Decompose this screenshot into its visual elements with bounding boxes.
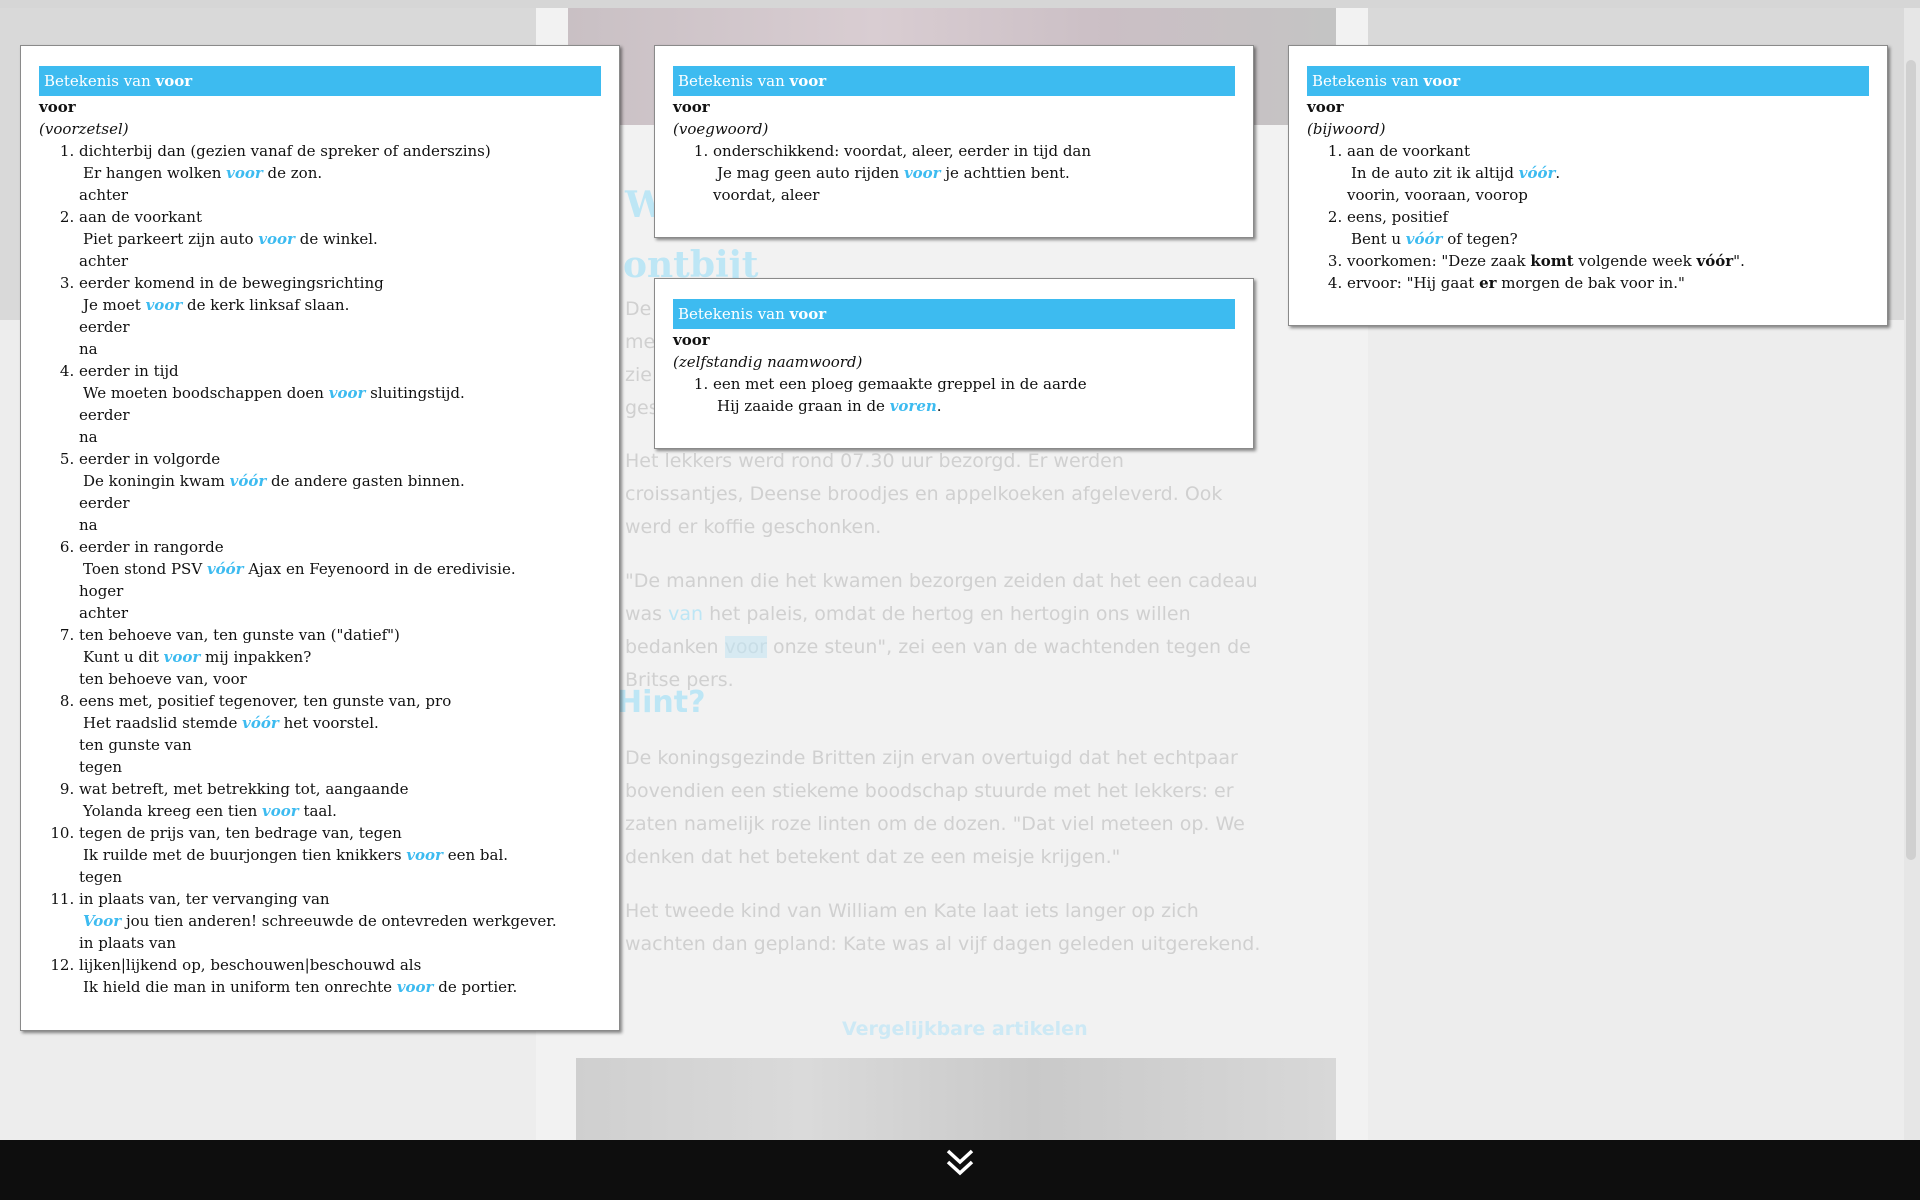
sense-list: een met een ploeg gemaakte greppel in de… <box>673 373 1235 417</box>
example: Yolanda kreeg een tien voor taal. <box>83 802 337 820</box>
example: In de auto zit ik altijd vóór. <box>1351 164 1561 182</box>
example: Je moet voor de kerk linksaf slaan. <box>83 296 350 314</box>
synonym: voorin, vooraan, voorop <box>1347 186 1528 204</box>
example: Het raadslid stemde vóór het voorstel. <box>83 714 379 732</box>
part-of-speech: (voorzetsel) <box>39 120 129 138</box>
definition-popup-voorzetsel: Betekenis van voor voor (voorzetsel) dic… <box>20 45 620 1031</box>
article-paragraph-5: Het tweede kind van William en Kate laat… <box>625 900 1261 955</box>
example: Piet parkeert zijn auto voor de winkel. <box>83 230 378 248</box>
antonym: na <box>79 340 98 358</box>
example: Je mag geen auto rijden voor je achttien… <box>717 164 1070 182</box>
synonym: in plaats van <box>79 934 177 952</box>
sense-list: onderschikkend: voordat, aleer, eerder i… <box>673 140 1235 206</box>
sense-item: onderschikkend: voordat, aleer, eerder i… <box>713 140 1235 206</box>
article-paragraph-2: Het lekkers werd rond 07.30 uur bezorgd.… <box>625 450 1223 538</box>
article-heading-hint: Hint? <box>617 685 706 720</box>
example: Er hangen wolken voor de zon. <box>83 164 323 182</box>
example: Ik ruilde met de buurjongen tien knikker… <box>83 846 509 864</box>
popup-header: Betekenis van voor <box>673 299 1235 329</box>
sense-item: eerder in tijd We moeten boodschappen do… <box>79 360 601 448</box>
sense-item: ervoor: "Hij gaat er morgen de bak voor … <box>1347 272 1869 294</box>
synonym: ten gunste van <box>79 736 192 754</box>
definition-popup-voegwoord: Betekenis van voor voor (voegwoord) onde… <box>654 45 1254 238</box>
synonym: achter <box>79 186 129 204</box>
sense-item: lijken|lijkend op, beschouwen|beschouwd … <box>79 954 601 998</box>
definition-popup-zelfstandig-naamwoord: Betekenis van voor voor (zelfstandig naa… <box>654 278 1254 449</box>
scrollbar-thumb[interactable] <box>1906 60 1916 860</box>
sense-item: aan de voorkant Piet parkeert zijn auto … <box>79 206 601 272</box>
definition-popup-bijwoord: Betekenis van voor voor (bijwoord) aan d… <box>1288 45 1888 326</box>
sense-item: eens, positief Bent u vóór of tegen? <box>1347 206 1869 250</box>
headword: voor <box>673 98 710 116</box>
example: Ik hield die man in uniform ten onrechte… <box>83 978 518 996</box>
example: De koningin kwam vóór de andere gasten b… <box>83 472 465 490</box>
sense-item: aan de voorkant In de auto zit ik altijd… <box>1347 140 1869 206</box>
synonym: voordat, aleer <box>713 186 820 204</box>
double-chevron-down-icon[interactable] <box>940 1143 980 1183</box>
sense-item: eens met, positief tegenover, ten gunste… <box>79 690 601 778</box>
headword: voor <box>1307 98 1344 116</box>
sense-item: voorkomen: "Deze zaak komt volgende week… <box>1347 250 1869 272</box>
sense-item: een met een ploeg gemaakte greppel in de… <box>713 373 1235 417</box>
synonym: tegen <box>79 868 123 886</box>
article-link[interactable]: van <box>668 603 703 625</box>
popup-header: Betekenis van voor <box>673 66 1235 96</box>
popup-header: Betekenis van voor <box>1307 66 1869 96</box>
example: Hij zaaide graan in de voren. <box>717 397 942 415</box>
antonym: na <box>79 516 98 534</box>
sense-item: eerder komend in de bewegingsrichting Je… <box>79 272 601 360</box>
synonym: ten behoeve van, voor <box>79 670 247 688</box>
example: We moeten boodschappen doen voor sluitin… <box>83 384 465 402</box>
part-of-speech: (zelfstandig naamwoord) <box>673 353 863 371</box>
sense-item: in plaats van, ter vervanging van Voor j… <box>79 888 601 954</box>
synonym: eerder <box>79 406 130 424</box>
sense-item: wat betreft, met betrekking tot, aangaan… <box>79 778 601 822</box>
antonym: tegen <box>79 758 123 776</box>
part-of-speech: (bijwoord) <box>1307 120 1386 138</box>
headword: voor <box>39 98 76 116</box>
example: Voor jou tien anderen! schreeuwde de ont… <box>83 912 557 930</box>
synonym: achter <box>79 252 129 270</box>
sense-item: ten behoeve van, ten gunste van ("datief… <box>79 624 601 690</box>
synonym: hoger <box>79 582 124 600</box>
sense-list: aan de voorkant In de auto zit ik altijd… <box>1307 140 1869 294</box>
article-paragraph-4: De koningsgezinde Britten zijn ervan ove… <box>625 747 1245 868</box>
sense-item: tegen de prijs van, ten bedrage van, teg… <box>79 822 601 888</box>
sense-item: dichterbij dan (gezien vanaf de spreker … <box>79 140 601 206</box>
example: Kunt u dit voor mij inpakken? <box>83 648 312 666</box>
antonym: na <box>79 428 98 446</box>
synonym: eerder <box>79 318 130 336</box>
example: Toen stond PSV vóór Ajax en Feyenoord in… <box>83 560 516 578</box>
sense-item: eerder in volgorde De koningin kwam vóór… <box>79 448 601 536</box>
sense-list: dichterbij dan (gezien vanaf de spreker … <box>39 140 601 998</box>
article-paragraph-3: "De mannen die het kwamen bezorgen zeide… <box>625 570 1258 691</box>
similar-articles-heading: Vergelijkbare artikelen <box>842 1018 1088 1040</box>
part-of-speech: (voegwoord) <box>673 120 769 138</box>
synonym: eerder <box>79 494 130 512</box>
headword: voor <box>673 331 710 349</box>
top-strip <box>0 0 1920 8</box>
highlighted-word[interactable]: voor <box>724 636 767 658</box>
example: Bent u vóór of tegen? <box>1351 230 1518 248</box>
antonym: achter <box>79 604 129 622</box>
popup-header: Betekenis van voor <box>39 66 601 96</box>
sense-item: eerder in rangorde Toen stond PSV vóór A… <box>79 536 601 624</box>
